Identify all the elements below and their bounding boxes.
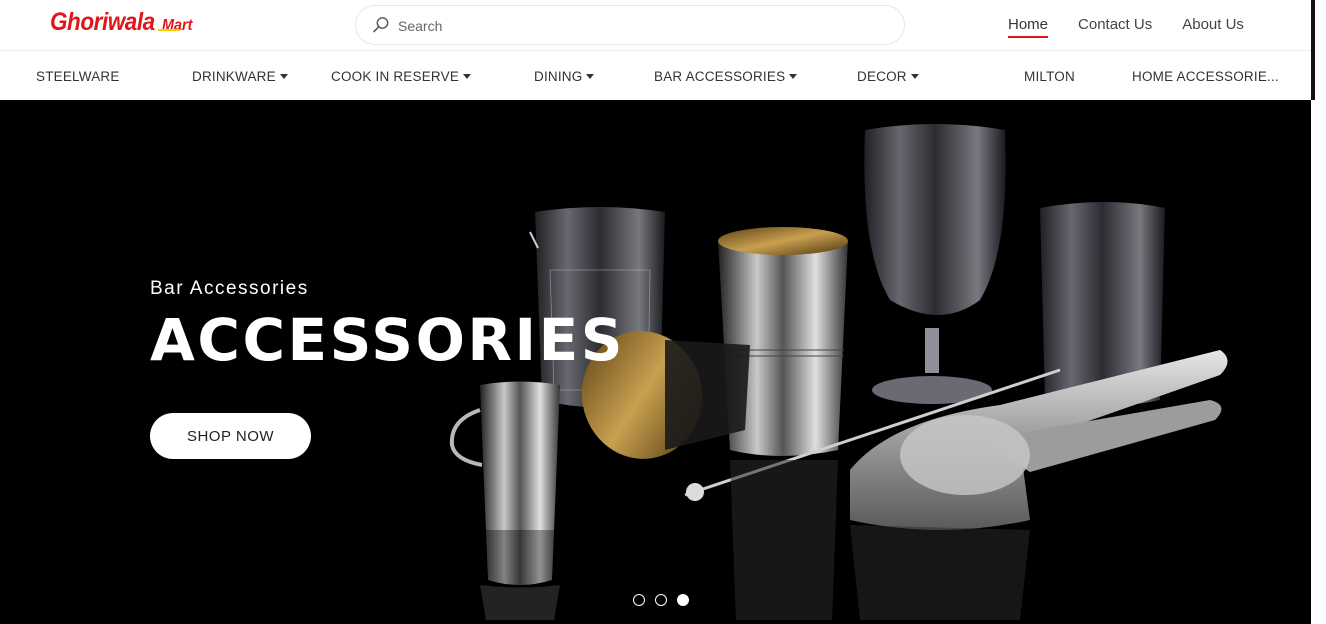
- carousel-indicators: [633, 594, 699, 606]
- logo-underline: [158, 29, 180, 31]
- window-edge: [1311, 0, 1315, 100]
- nav-link-home[interactable]: Home: [1008, 16, 1049, 38]
- category-bar-accessories[interactable]: BAR ACCESSORIES: [654, 69, 798, 84]
- hero-banner: Bar Accessories ACCESSORIES SHOP NOW: [0, 100, 1311, 624]
- category-label: STEELWARE: [36, 69, 120, 84]
- category-steelware[interactable]: STEELWARE: [36, 69, 120, 84]
- category-label: HOME ACCESSORIE...: [1132, 69, 1279, 84]
- shop-now-button[interactable]: SHOP NOW: [150, 413, 311, 459]
- logo-main-text: Ghoriwala: [50, 8, 155, 36]
- category-label: DECOR: [857, 69, 907, 84]
- carousel-dot-3[interactable]: [677, 594, 689, 606]
- category-home-accessories[interactable]: HOME ACCESSORIE...: [1132, 69, 1279, 84]
- nav-link-contact-us[interactable]: Contact Us: [1078, 16, 1152, 36]
- search-input[interactable]: [398, 15, 878, 37]
- category-drinkware[interactable]: DRINKWARE: [192, 69, 288, 84]
- category-milton[interactable]: MILTON: [1024, 69, 1075, 84]
- caret-down-icon: [463, 74, 472, 79]
- site-logo[interactable]: Ghoriwala Mart: [50, 8, 196, 42]
- category-decor[interactable]: DECOR: [857, 69, 919, 84]
- top-header: Ghoriwala Mart Home Contact Us About Us: [0, 0, 1311, 51]
- search-icon[interactable]: [372, 16, 390, 34]
- hero-subtitle: Bar Accessories: [150, 278, 309, 299]
- carousel-dot-2[interactable]: [655, 594, 667, 606]
- caret-down-icon: [789, 74, 798, 79]
- category-nav: STEELWARE DRINKWARE COOK IN RESERVE DINI…: [0, 51, 1311, 100]
- nav-link-about-us[interactable]: About Us: [1182, 16, 1244, 36]
- category-label: DINING: [534, 69, 583, 84]
- category-label: COOK IN RESERVE: [331, 69, 460, 84]
- caret-down-icon: [586, 74, 595, 79]
- category-dining[interactable]: DINING: [534, 69, 595, 84]
- category-label: MILTON: [1024, 69, 1075, 84]
- hero-title: ACCESSORIES: [150, 306, 626, 374]
- caret-down-icon: [279, 74, 288, 79]
- logo-sub-text: Mart: [162, 17, 193, 34]
- top-links: Home Contact Us About Us: [1008, 16, 1274, 38]
- category-cook-in-reserve[interactable]: COOK IN RESERVE: [331, 69, 472, 84]
- category-label: BAR ACCESSORIES: [654, 69, 786, 84]
- page: Ghoriwala Mart Home Contact Us About Us …: [0, 0, 1326, 624]
- category-label: DRINKWARE: [192, 69, 276, 84]
- search-bar[interactable]: [355, 5, 905, 45]
- carousel-dot-1[interactable]: [633, 594, 645, 606]
- caret-down-icon: [910, 74, 919, 79]
